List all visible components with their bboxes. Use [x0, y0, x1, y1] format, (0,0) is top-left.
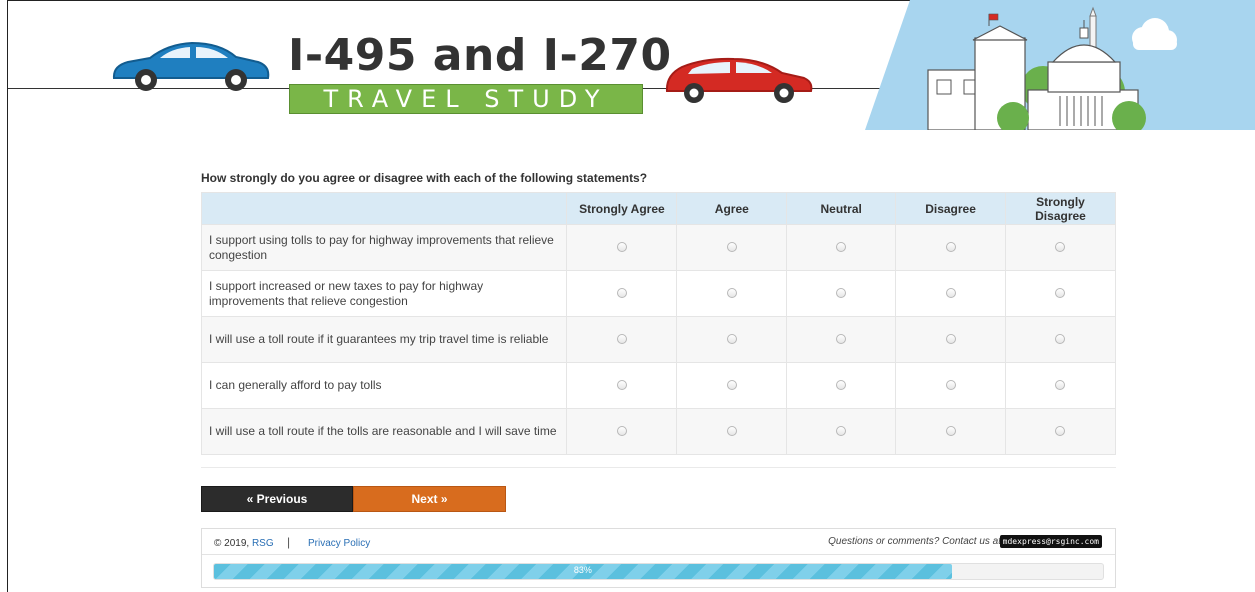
radio-disagree[interactable]: [945, 287, 956, 298]
page-subtitle: TRAVEL STUDY: [289, 84, 643, 114]
radio-agree[interactable]: [726, 425, 737, 436]
previous-button[interactable]: « Previous: [201, 486, 353, 512]
statement-label: I can generally afford to pay tolls: [200, 362, 568, 409]
radio-cell: [1004, 316, 1117, 363]
radio-cell: [566, 270, 678, 317]
radio-neutral[interactable]: [836, 425, 847, 436]
radio-strongly-agree[interactable]: [616, 379, 627, 390]
radio-cell: [786, 408, 897, 455]
radio-cell: [1004, 270, 1117, 317]
footer-separator: |: [287, 535, 291, 549]
col-neutral: Neutral: [786, 192, 897, 225]
radio-cell: [786, 316, 897, 363]
radio-cell: [676, 362, 788, 409]
radio-disagree[interactable]: [945, 379, 956, 390]
radio-cell: [895, 362, 1006, 409]
radio-cell: [566, 408, 678, 455]
radio-cell: [676, 408, 788, 455]
radio-cell: [566, 224, 678, 271]
radio-strongly-agree[interactable]: [616, 425, 627, 436]
table-row: I support using tolls to pay for highway…: [200, 224, 1117, 271]
radio-cell: [1004, 362, 1117, 409]
radio-cell: [1004, 224, 1117, 271]
question-text: How strongly do you agree or disagree wi…: [201, 171, 648, 185]
radio-cell: [786, 362, 897, 409]
copyright: © 2019, RSG: [214, 538, 274, 549]
col-strongly-disagree: Strongly Disagree: [1004, 192, 1117, 225]
company-link[interactable]: RSG: [252, 538, 274, 549]
radio-cell: [566, 362, 678, 409]
statement-label: I support using tolls to pay for highway…: [200, 224, 568, 271]
radio-strongly-disagree[interactable]: [1055, 333, 1066, 344]
table-row: I will use a toll route if the tolls are…: [200, 408, 1117, 455]
radio-strongly-disagree[interactable]: [1055, 379, 1066, 390]
radio-neutral[interactable]: [836, 287, 847, 298]
table-row: I will use a toll route if it guarantees…: [200, 316, 1117, 363]
radio-neutral[interactable]: [836, 333, 847, 344]
radio-cell: [676, 224, 788, 271]
radio-cell: [676, 270, 788, 317]
radio-agree[interactable]: [726, 241, 737, 252]
radio-cell: [895, 270, 1006, 317]
radio-disagree[interactable]: [945, 425, 956, 436]
footer: © 2019, RSG | Privacy Policy Questions o…: [201, 528, 1116, 588]
page-title: I-495 and I-270: [288, 30, 672, 81]
radio-agree[interactable]: [726, 379, 737, 390]
radio-agree[interactable]: [726, 287, 737, 298]
radio-cell: [895, 316, 1006, 363]
copyright-text: © 2019,: [214, 538, 250, 549]
radio-neutral[interactable]: [836, 379, 847, 390]
statement-label: I will use a toll route if it guarantees…: [200, 316, 568, 363]
likert-grid: Strongly Agree Agree Neutral Disagree St…: [200, 192, 1117, 455]
col-agree: Agree: [676, 192, 788, 225]
dc-skyline-illustration: [865, 0, 1255, 130]
divider: [201, 467, 1116, 468]
radio-strongly-disagree[interactable]: [1055, 241, 1066, 252]
red-car-icon: [665, 57, 813, 103]
contact-text: Questions or comments? Contact us at: [828, 536, 1001, 547]
radio-cell: [566, 316, 678, 363]
radio-strongly-disagree[interactable]: [1055, 425, 1066, 436]
radio-cell: [676, 316, 788, 363]
radio-disagree[interactable]: [945, 333, 956, 344]
progress-bar: 83%: [213, 563, 1104, 580]
contact-email-link[interactable]: mdexpress@rsginc.com: [999, 535, 1102, 548]
statement-label: I support increased or new taxes to pay …: [200, 270, 568, 317]
blue-car-icon: [112, 41, 270, 91]
radio-agree[interactable]: [726, 333, 737, 344]
radio-cell: [895, 408, 1006, 455]
col-disagree: Disagree: [895, 192, 1006, 225]
radio-disagree[interactable]: [945, 241, 956, 252]
next-button[interactable]: Next »: [353, 486, 506, 512]
radio-strongly-disagree[interactable]: [1055, 287, 1066, 298]
table-row: I can generally afford to pay tolls: [200, 362, 1117, 409]
header-banner: I-495 and I-270 TRAVEL STUDY: [0, 0, 1255, 130]
radio-cell: [895, 224, 1006, 271]
radio-cell: [1004, 408, 1117, 455]
col-strongly-agree: Strongly Agree: [566, 192, 678, 225]
statement-label: I will use a toll route if the tolls are…: [200, 408, 568, 455]
radio-strongly-agree[interactable]: [616, 287, 627, 298]
radio-neutral[interactable]: [836, 241, 847, 252]
radio-strongly-agree[interactable]: [616, 333, 627, 344]
radio-cell: [786, 224, 897, 271]
table-row: I support increased or new taxes to pay …: [200, 270, 1117, 317]
radio-strongly-agree[interactable]: [616, 241, 627, 252]
grid-header-row: Strongly Agree Agree Neutral Disagree St…: [200, 192, 1117, 225]
footer-bar: © 2019, RSG | Privacy Policy Questions o…: [202, 529, 1115, 555]
grid-header-empty: [200, 192, 568, 225]
privacy-policy-link[interactable]: Privacy Policy: [308, 538, 370, 549]
progress-label: 83%: [573, 565, 592, 575]
radio-cell: [786, 270, 897, 317]
